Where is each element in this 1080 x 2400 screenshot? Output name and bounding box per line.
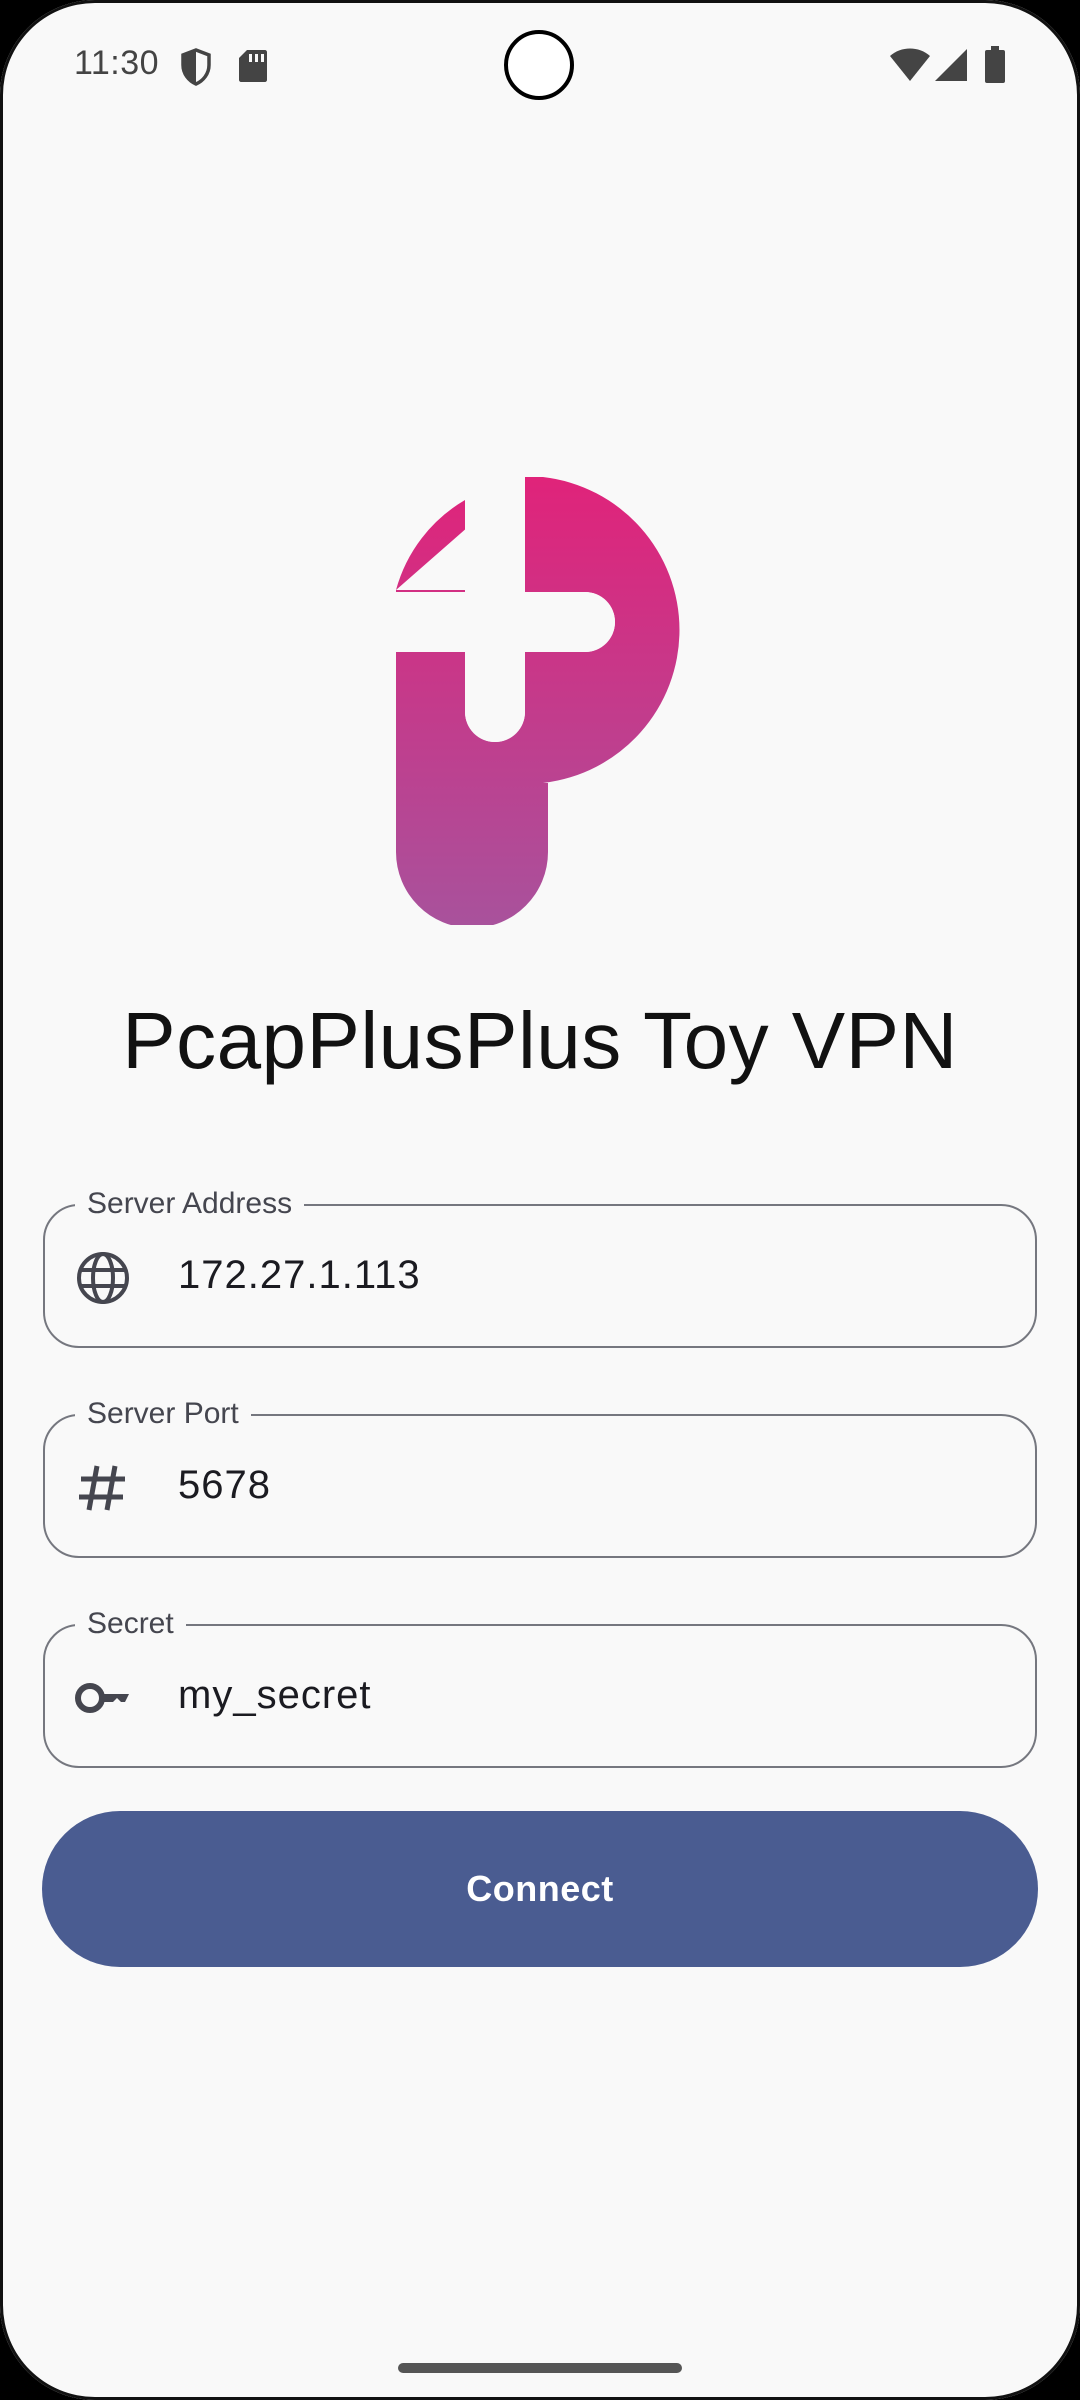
hash-icon	[79, 1465, 125, 1511]
status-time: 11:30	[74, 44, 160, 82]
status-bar: 11:30	[0, 0, 1080, 132]
battery-icon	[985, 46, 1005, 83]
server-port-input[interactable]	[178, 1416, 998, 1555]
connect-button[interactable]: Connect	[42, 1811, 1038, 1967]
key-icon	[75, 1683, 129, 1713]
camera-cutout	[504, 30, 574, 100]
server-port-field[interactable]: Server Port	[43, 1394, 1037, 1558]
secret-label: Secret	[75, 1604, 186, 1644]
server-address-field[interactable]: Server Address	[43, 1184, 1037, 1348]
server-address-input[interactable]	[178, 1206, 998, 1345]
wifi-icon	[890, 48, 930, 81]
globe-icon	[77, 1252, 129, 1304]
sd-card-icon	[239, 50, 267, 82]
phone-screen: 11:30 PcapPlusPlus Toy VPN Server Addres…	[0, 0, 1080, 2400]
app-title: PcapPlusPlus Toy VPN	[122, 996, 958, 1085]
secret-field[interactable]: Secret	[43, 1604, 1037, 1768]
shield-icon	[181, 48, 211, 86]
cell-signal-icon	[935, 49, 967, 81]
secret-input[interactable]	[178, 1626, 998, 1765]
pcapplusplus-logo	[396, 477, 680, 925]
gesture-nav-handle[interactable]	[398, 2363, 682, 2373]
